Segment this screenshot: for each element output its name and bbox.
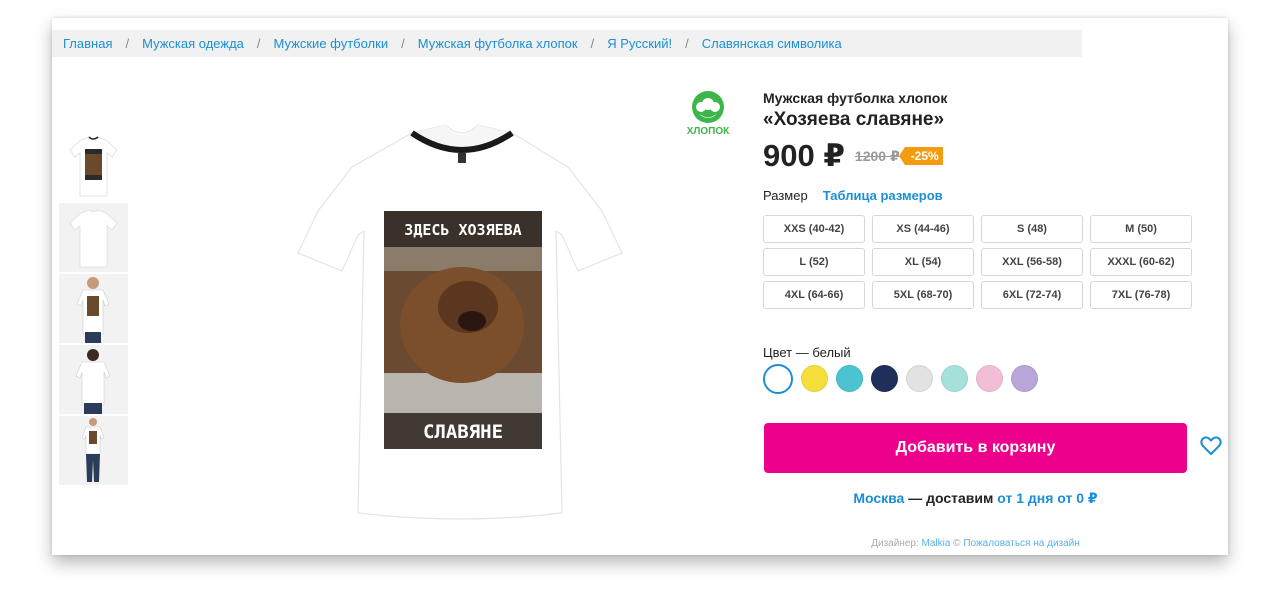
size-option-xl[interactable]: XL (54) — [872, 248, 974, 276]
size-option-xs[interactable]: XS (44-46) — [872, 215, 974, 243]
size-option-xxs[interactable]: XXS (40-42) — [763, 215, 865, 243]
product-info: Мужская футболка хлопок «Хозяева славяне… — [763, 90, 1203, 394]
breadcrumb-separator: / — [125, 36, 130, 51]
size-option-m[interactable]: M (50) — [1090, 215, 1192, 243]
current-price: 900 ₽ — [763, 138, 845, 173]
price-row: 900 ₽ 1200 ₽ -25% — [763, 138, 1203, 173]
breadcrumb-mens-clothing[interactable]: Мужская одежда — [142, 36, 244, 51]
designer-prefix: Дизайнер: — [871, 538, 922, 549]
color-swatch-light-gray[interactable] — [906, 365, 933, 392]
breadcrumb-home[interactable]: Главная — [63, 36, 112, 51]
cotton-icon — [692, 91, 724, 123]
thumbnail-front[interactable] — [59, 132, 128, 201]
size-chart-link[interactable]: Таблица размеров — [823, 188, 943, 203]
size-option-xxl[interactable]: XXL (56-58) — [981, 248, 1083, 276]
breadcrumb-cotton-tshirt[interactable]: Мужская футболка хлопок — [418, 36, 578, 51]
report-design-link[interactable]: Пожаловаться на дизайн — [963, 538, 1079, 549]
product-main-image[interactable]: ЗДЕСЬ ХОЗЯЕВА СЛАВЯНЕ — [272, 113, 652, 533]
breadcrumb-separator: / — [256, 36, 261, 51]
color-swatch-turquoise[interactable] — [836, 365, 863, 392]
thumbnail-strip — [59, 132, 128, 487]
color-label: Цвет — белый — [763, 345, 851, 360]
thumbnail-model-full[interactable] — [59, 416, 128, 485]
print-top-text: ЗДЕСЬ ХОЗЯЕВА — [404, 221, 521, 239]
cotton-badge: ХЛОПОК — [685, 90, 731, 140]
color-swatch-mint[interactable] — [941, 365, 968, 392]
size-options: XXS (40-42) XS (44-46) S (48) M (50) L (… — [763, 215, 1203, 309]
size-row: Размер Таблица размеров — [763, 188, 1203, 203]
color-swatches — [763, 364, 1203, 394]
breadcrumb-separator: / — [685, 36, 689, 51]
breadcrumb-russian[interactable]: Я Русский! — [607, 36, 672, 51]
delivery-term-link[interactable]: от 1 дня от 0 ₽ — [997, 490, 1097, 506]
size-label: Размер — [763, 188, 808, 203]
product-title: «Хозяева славяне» — [763, 109, 945, 130]
size-option-5xl[interactable]: 5XL (68-70) — [872, 281, 974, 309]
breadcrumb-separator: / — [401, 36, 405, 51]
size-option-s[interactable]: S (48) — [981, 215, 1083, 243]
breadcrumb-slavic-symbols[interactable]: Славянская символика — [702, 36, 842, 51]
size-option-7xl[interactable]: 7XL (76-78) — [1090, 281, 1192, 309]
add-to-cart-button[interactable]: Добавить в корзину — [764, 423, 1187, 473]
product-page: Главная / Мужская одежда / Мужские футбо… — [52, 18, 1228, 555]
color-swatch-pink[interactable] — [976, 365, 1003, 392]
wishlist-heart-icon[interactable] — [1199, 433, 1223, 457]
old-price: 1200 ₽ — [854, 147, 900, 164]
designer-copyright: © — [950, 538, 964, 549]
discount-badge: -25% — [898, 147, 943, 165]
color-swatch-white[interactable] — [763, 364, 793, 394]
size-option-6xl[interactable]: 6XL (72-74) — [981, 281, 1083, 309]
product-type: Мужская футболка хлопок — [763, 90, 948, 106]
breadcrumb-separator: / — [590, 36, 595, 51]
designer-name-link[interactable]: Malkia — [921, 538, 950, 549]
breadcrumb-mens-tshirts[interactable]: Мужские футболки — [274, 36, 389, 51]
delivery-info: Москва — доставим от 1 дня от 0 ₽ — [764, 490, 1187, 507]
delivery-city-link[interactable]: Москва — [853, 490, 904, 506]
color-swatch-navy[interactable] — [871, 365, 898, 392]
color-swatch-lavender[interactable] — [1011, 365, 1038, 392]
designer-info: Дизайнер: Malkia © Пожаловаться на дизай… — [764, 538, 1187, 549]
thumbnail-model-front[interactable] — [59, 274, 128, 343]
cotton-label: ХЛОПОК — [686, 126, 730, 137]
thumbnail-back[interactable] — [59, 203, 128, 272]
thumbnail-model-back[interactable] — [59, 345, 128, 414]
size-option-l[interactable]: L (52) — [763, 248, 865, 276]
color-swatch-yellow[interactable] — [801, 365, 828, 392]
print-bottom-text: СЛАВЯНЕ — [423, 421, 503, 443]
size-option-xxxl[interactable]: XXXL (60-62) — [1090, 248, 1192, 276]
size-option-4xl[interactable]: 4XL (64-66) — [763, 281, 865, 309]
delivery-text: — доставим — [904, 490, 998, 506]
breadcrumb: Главная / Мужская одежда / Мужские футбо… — [52, 30, 1082, 57]
